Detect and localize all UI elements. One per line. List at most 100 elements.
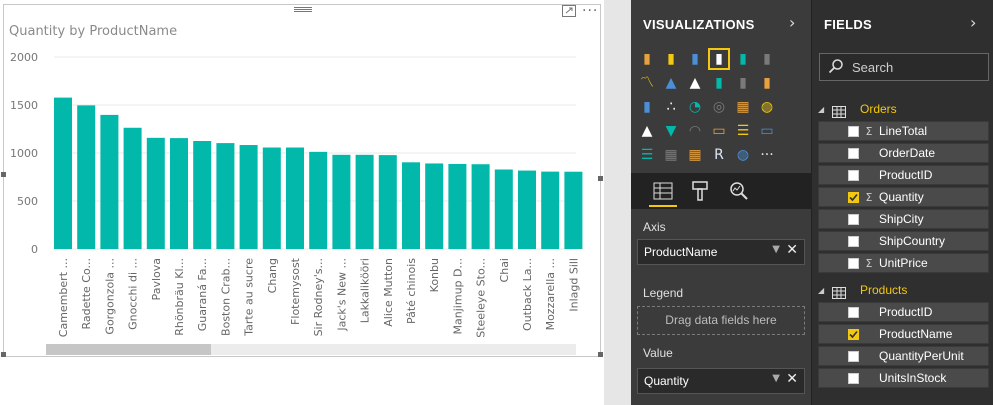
value-well[interactable]: Quantity ▼ ✕ — [637, 368, 805, 394]
filled-map-icon[interactable]: ▲ — [636, 120, 658, 142]
waterfall-icon[interactable]: ▮ — [636, 96, 658, 118]
stacked-column-icon[interactable]: ▮ — [660, 48, 682, 70]
gauge-icon[interactable]: ◠ — [684, 120, 706, 142]
globe-icon[interactable]: ◍ — [732, 144, 754, 166]
field-quantity[interactable]: Σ Quantity — [818, 187, 989, 207]
table-products[interactable]: ◢ Products — [818, 280, 990, 300]
field-linetotal[interactable]: Σ LineTotal — [818, 121, 989, 141]
expand-caret-icon[interactable]: ◢ — [818, 105, 832, 114]
axis-field-pill[interactable]: ProductName — [644, 245, 717, 259]
axis-well[interactable]: ProductName ▼ ✕ — [637, 239, 805, 265]
line-column-icon[interactable]: ▮ — [708, 72, 730, 94]
field-productname[interactable]: ProductName — [818, 324, 989, 344]
field-checkbox[interactable] — [848, 257, 859, 269]
100-stacked-bar-icon[interactable]: ▮ — [732, 48, 754, 70]
horizontal-scrollbar[interactable] — [46, 344, 576, 355]
bar[interactable] — [494, 169, 513, 249]
bar[interactable] — [54, 97, 72, 249]
field-checkbox[interactable] — [848, 147, 859, 159]
table-orders[interactable]: ◢ Orders — [818, 99, 990, 119]
remove-field-icon[interactable]: ✕ — [786, 242, 798, 258]
field-checkbox[interactable] — [848, 191, 859, 203]
stacked-bar-icon[interactable]: ▮ — [636, 48, 658, 70]
field-shipcity[interactable]: ShipCity — [818, 209, 989, 229]
scatter-icon[interactable]: ∴ — [660, 96, 682, 118]
chevron-down-icon[interactable]: ▼ — [772, 244, 780, 255]
field-productid[interactable]: ProductID — [818, 165, 989, 185]
report-canvas[interactable]: ··· Quantity by ProductName 0 500 1000 1500… — [0, 0, 604, 405]
legend-well[interactable]: Drag data fields here — [637, 306, 805, 335]
remove-field-icon[interactable]: ✕ — [786, 371, 798, 387]
field-unitsinstock[interactable]: UnitsInStock — [818, 368, 989, 388]
bar[interactable] — [564, 171, 583, 249]
format-tab-icon[interactable] — [688, 179, 712, 203]
bar[interactable] — [332, 154, 351, 249]
bar[interactable] — [239, 145, 258, 249]
search-input[interactable] — [852, 60, 982, 75]
bar[interactable] — [262, 147, 281, 249]
field-checkbox[interactable] — [848, 372, 859, 384]
card-icon[interactable]: ▭ — [708, 120, 730, 142]
bar[interactable] — [402, 162, 420, 249]
bar[interactable] — [100, 114, 119, 249]
bar[interactable] — [170, 138, 188, 249]
bar[interactable] — [518, 170, 536, 249]
field-shipcountry[interactable]: ShipCountry — [818, 231, 989, 251]
100-stacked-column-icon[interactable]: ▮ — [756, 48, 778, 70]
bar[interactable] — [355, 154, 374, 249]
field-orderdate[interactable]: OrderDate — [818, 143, 989, 163]
bar[interactable] — [146, 137, 165, 249]
clustered-column-icon[interactable]: ▮ — [708, 48, 730, 70]
field-checkbox[interactable] — [848, 306, 859, 318]
bar[interactable] — [471, 164, 490, 249]
clustered-bar-icon[interactable]: ▮ — [684, 48, 706, 70]
table-icon[interactable]: ▦ — [660, 144, 682, 166]
collapse-fields-icon[interactable]: › — [970, 13, 976, 32]
resize-handle-right[interactable] — [598, 176, 603, 181]
bar[interactable] — [448, 163, 467, 249]
bar-chart-visual[interactable]: ··· Quantity by ProductName 0 500 1000 1500… — [3, 3, 601, 357]
line-chart-icon[interactable]: 〽 — [636, 72, 658, 94]
r-visual-icon[interactable]: R — [708, 144, 730, 166]
treemap-icon[interactable]: ▦ — [732, 96, 754, 118]
bar[interactable] — [541, 171, 560, 249]
bar[interactable] — [77, 105, 96, 249]
fields-tab-icon[interactable] — [651, 179, 675, 203]
resize-handle-bottom-right[interactable] — [598, 352, 603, 357]
expand-caret-icon[interactable]: ◢ — [818, 286, 832, 295]
pie-icon[interactable]: ◔ — [684, 96, 706, 118]
field-checkbox[interactable] — [848, 350, 859, 362]
analytics-tab-icon[interactable] — [727, 179, 751, 203]
area-chart-icon[interactable]: ▲ — [660, 72, 682, 94]
fields-search-box[interactable] — [819, 53, 989, 81]
resize-handle-left[interactable] — [1, 172, 6, 177]
scrollbar-thumb[interactable] — [46, 344, 211, 355]
field-checkbox[interactable] — [848, 235, 859, 247]
more-visuals-icon[interactable]: ··· — [756, 144, 778, 166]
bar[interactable] — [425, 163, 444, 249]
funnel-icon[interactable]: ▼ — [660, 120, 682, 142]
multi-row-card-icon[interactable]: ☰ — [732, 120, 754, 142]
bar[interactable] — [193, 141, 212, 249]
slicer-icon[interactable]: ☰ — [636, 144, 658, 166]
field-checkbox[interactable] — [848, 125, 859, 137]
collapse-visualizations-icon[interactable]: › — [789, 13, 795, 32]
bar[interactable] — [216, 143, 235, 249]
field-unitprice[interactable]: Σ UnitPrice — [818, 253, 989, 273]
field-checkbox[interactable] — [848, 328, 859, 340]
field-productid[interactable]: ProductID — [818, 302, 989, 322]
field-checkbox[interactable] — [848, 213, 859, 225]
donut-icon[interactable]: ◎ — [708, 96, 730, 118]
bar[interactable] — [123, 127, 142, 249]
value-field-pill[interactable]: Quantity — [644, 374, 689, 388]
line-clustered-column-icon[interactable]: ▮ — [732, 72, 754, 94]
bar[interactable] — [286, 147, 304, 249]
bar[interactable] — [378, 155, 397, 249]
chevron-down-icon[interactable]: ▼ — [772, 373, 780, 384]
stacked-area-icon[interactable]: ▲ — [684, 72, 706, 94]
matrix-icon[interactable]: ▦ — [684, 144, 706, 166]
field-checkbox[interactable] — [848, 169, 859, 181]
bar[interactable] — [309, 151, 328, 249]
map-icon[interactable]: ◍ — [756, 96, 778, 118]
ribbon-chart-icon[interactable]: ▮ — [756, 72, 778, 94]
